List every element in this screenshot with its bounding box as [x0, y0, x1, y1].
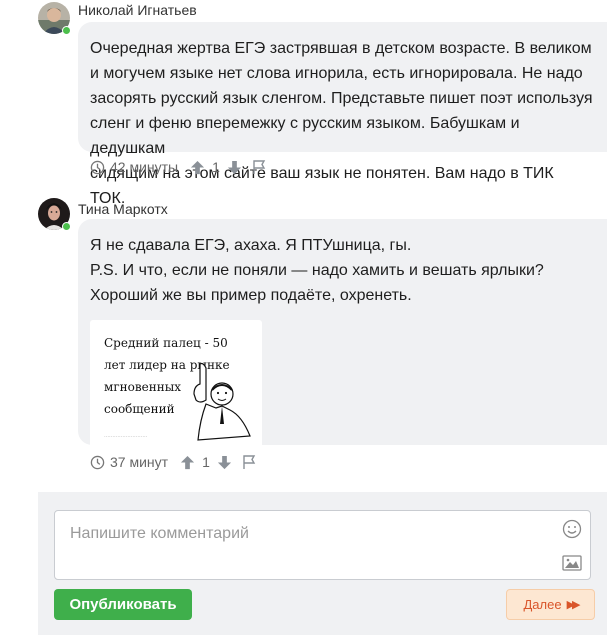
- comment-line: засорять русский язык сленгом. Представь…: [90, 90, 593, 107]
- next-button[interactable]: Далее ▶▶: [506, 589, 595, 620]
- attached-meme-image[interactable]: Средний палец - 50 лет лидер на рынке мг…: [90, 320, 262, 448]
- upvote-icon[interactable]: [180, 455, 195, 470]
- comment-line: P.S. И что, если не поняли — надо хамить…: [90, 262, 544, 279]
- flag-icon[interactable]: [241, 454, 257, 470]
- emoji-icon[interactable]: [562, 519, 582, 544]
- comment-placeholder: Напишите комментарий: [70, 525, 249, 542]
- comment-line: Хороший же вы пример подаёте, охренеть.: [90, 287, 412, 304]
- vote-count: 1: [212, 159, 220, 175]
- comment-author[interactable]: Николай Игнатьев: [78, 2, 197, 18]
- comment-body: Очередная жертва ЕГЭ застрявшая в детско…: [78, 22, 607, 207]
- next-label: Далее: [523, 597, 562, 612]
- downvote-icon[interactable]: [217, 455, 232, 470]
- comment-body: Я не сдавала ЕГЭ, ахаха. Я ПТУшница, гы.…: [78, 219, 607, 448]
- meme-watermark: ..........................: [104, 433, 148, 439]
- meme-figure-drawing: [193, 362, 251, 441]
- upvote-icon[interactable]: [190, 160, 205, 175]
- comment-line: сленг и феню вперемежку с русским языком…: [90, 115, 520, 157]
- comment-time: 42 минуты: [110, 159, 179, 175]
- comment-textarea[interactable]: Напишите комментарий: [54, 510, 591, 580]
- clock-icon: [90, 455, 105, 470]
- online-indicator: [62, 26, 71, 35]
- comment-composer: Напишите комментарий Опубликовать Далее …: [38, 492, 607, 635]
- vote-count: 1: [202, 454, 210, 470]
- double-arrow-icon: ▶▶: [566, 599, 581, 611]
- comment-time: 37 минут: [110, 454, 169, 470]
- flag-icon[interactable]: [251, 159, 267, 175]
- clock-icon: [90, 160, 105, 175]
- comment-line: Очередная жертва ЕГЭ застрявшая в детско…: [90, 40, 592, 57]
- comment-line: и могучем языке нет слова игнорила, есть…: [90, 65, 583, 82]
- online-indicator: [62, 222, 71, 231]
- publish-button[interactable]: Опубликовать: [54, 589, 192, 620]
- image-icon[interactable]: [562, 555, 582, 576]
- downvote-icon[interactable]: [227, 160, 242, 175]
- comment-line: Я не сдавала ЕГЭ, ахаха. Я ПТУшница, гы.: [90, 237, 412, 254]
- comment-meta: 37 минут 1: [90, 452, 257, 472]
- comment-meta: 42 минуты 1: [90, 157, 267, 177]
- comment-author[interactable]: Тина Маркотх: [78, 201, 168, 217]
